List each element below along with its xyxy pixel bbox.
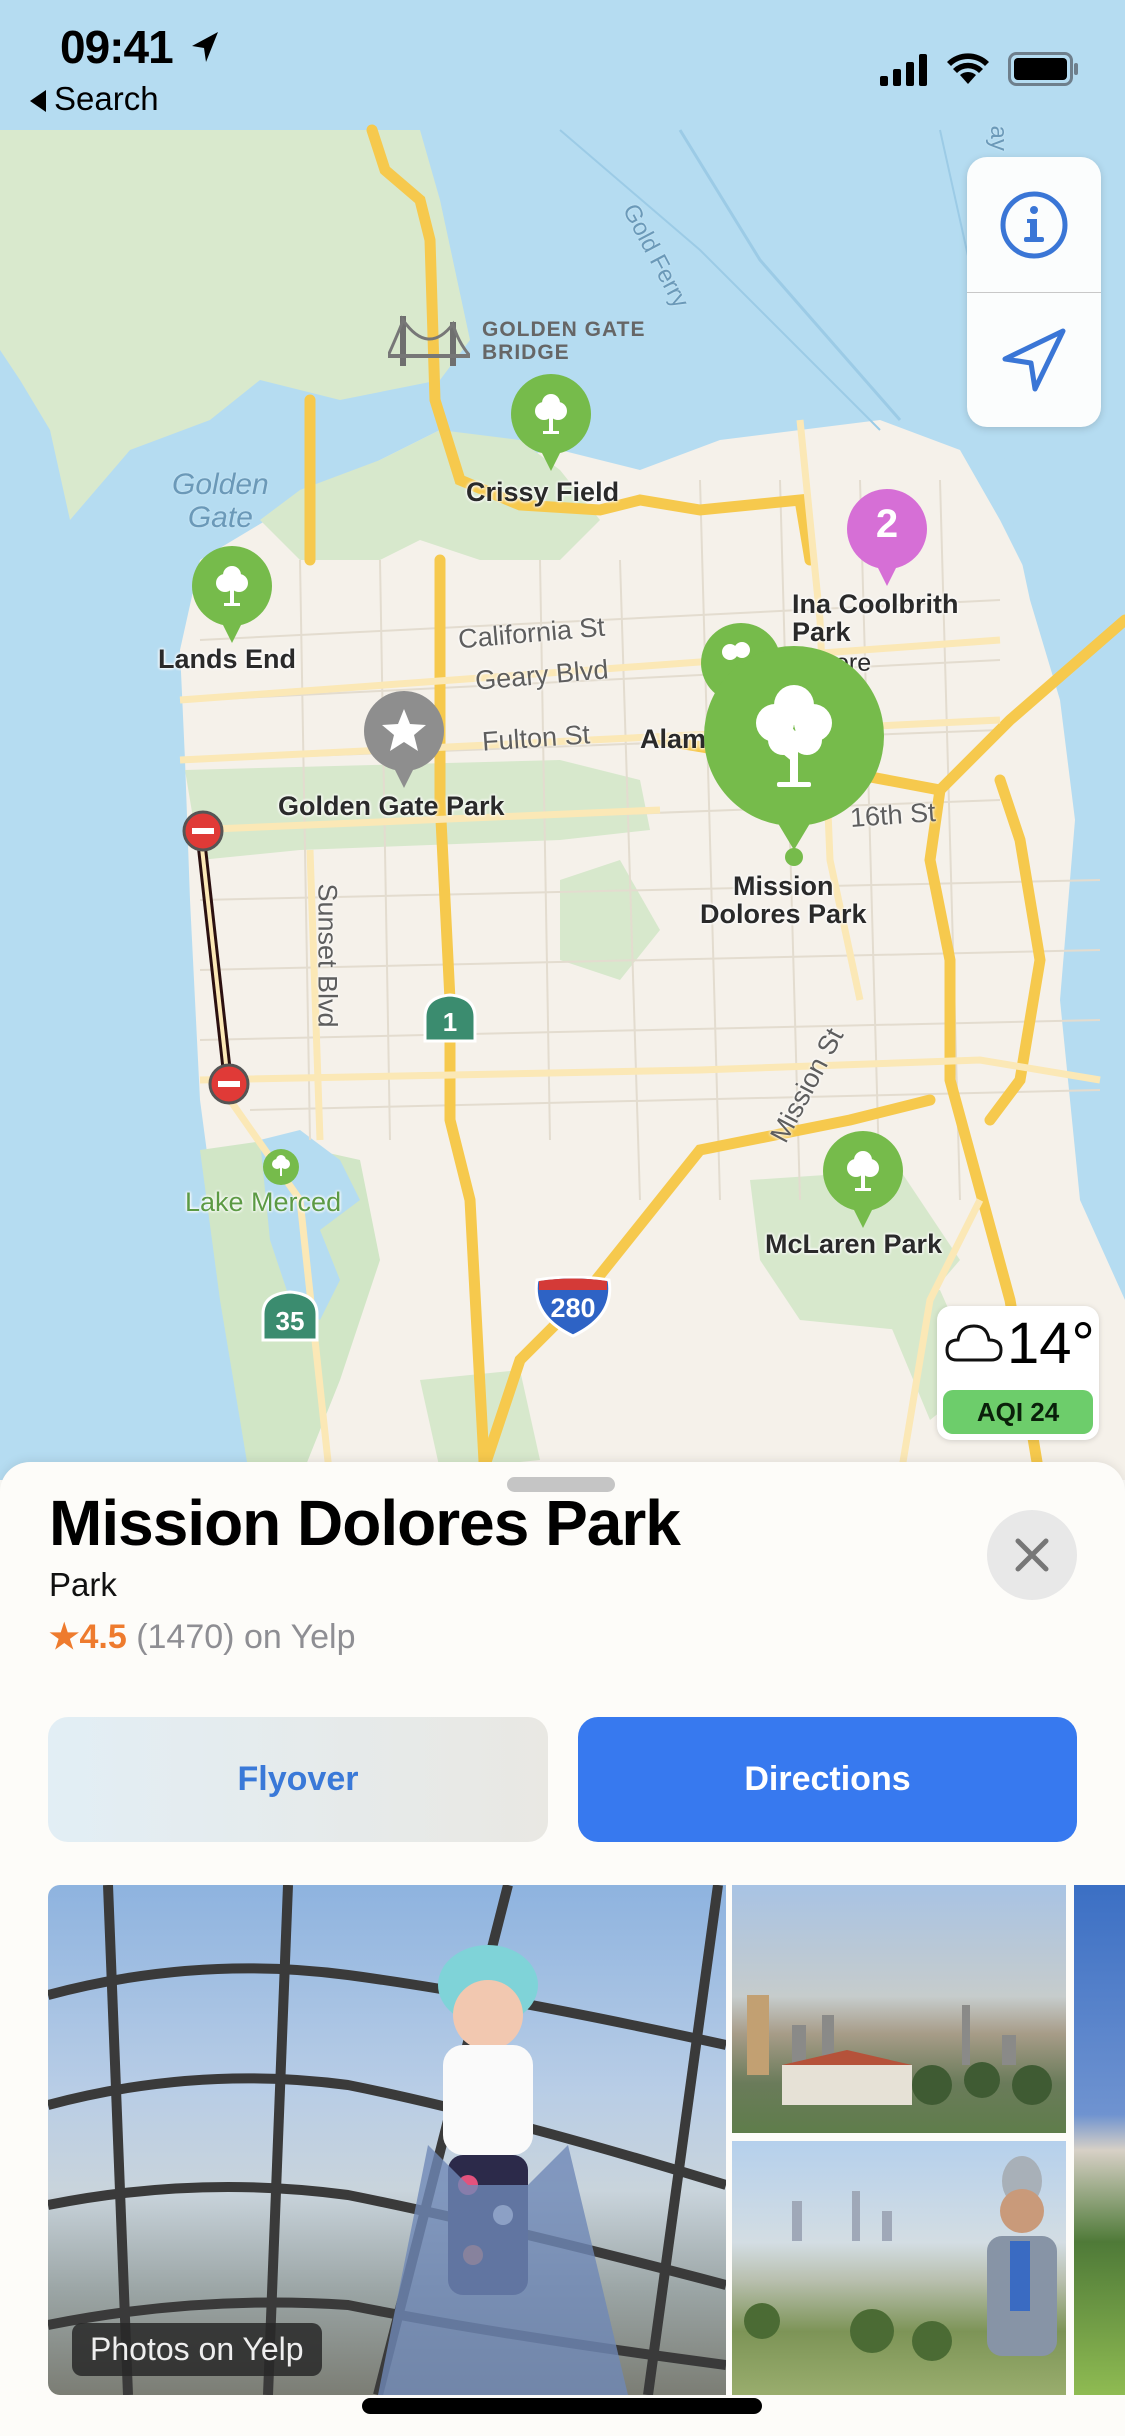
highway-shield-1: 1 (421, 993, 479, 1045)
map-pin-mission-dolores-park-selected[interactable] (703, 645, 885, 870)
status-bar: 09:41 Search (0, 0, 1125, 130)
wifi-icon (945, 50, 991, 91)
weather-widget[interactable]: 14° AQI 24 (937, 1306, 1099, 1440)
street-label-sunset: Sunset Blvd (312, 883, 343, 1028)
place-label-ina-coolbrith[interactable]: Ina Coolbrith Park (792, 590, 958, 647)
highway-shield-35: 35 (259, 1290, 321, 1344)
golden-gate-bridge-label[interactable]: GOLDEN GATE BRIDGE (482, 318, 645, 364)
place-label-lake-merced[interactable]: Lake Merced (185, 1188, 341, 1217)
photo-park-person[interactable] (732, 2141, 1066, 2395)
map-pin-lake-merced[interactable] (262, 1148, 300, 1191)
location-arrow-icon (190, 30, 220, 69)
map-pin-mclaren-park[interactable] (822, 1130, 904, 1235)
place-category: Park (49, 1566, 117, 1603)
aqi-badge: AQI 24 (943, 1390, 1093, 1434)
road-closed-icon (208, 1063, 250, 1110)
back-label: Search (54, 80, 159, 117)
map-pin-lands-end[interactable] (191, 545, 273, 650)
photo-content (747, 1995, 1052, 2105)
photo-playground[interactable]: Photos on Yelp (48, 1885, 726, 2395)
cellular-signal-icon (880, 54, 932, 91)
place-label-lands-end[interactable]: Lands End (158, 645, 296, 674)
battery-icon (1008, 52, 1080, 91)
location-arrow-icon (1002, 328, 1066, 392)
photo-partial[interactable] (1074, 1885, 1125, 2395)
photo-gallery[interactable]: Photos on Yelp (48, 1885, 1125, 2395)
close-button[interactable] (987, 1510, 1077, 1600)
map-view[interactable]: 09:41 Search Golden Gate Gold Ferry ay GO… (0, 0, 1125, 1480)
interstate-shield-280: 280 (533, 1275, 613, 1338)
photo-content (48, 1885, 726, 2395)
photos-on-yelp-badge[interactable]: Photos on Yelp (72, 2323, 322, 2376)
directions-button[interactable]: Directions (578, 1717, 1077, 1842)
place-label-crissy-field[interactable]: Crissy Field (466, 478, 619, 507)
photo-content (744, 2156, 1057, 2361)
photo-city-skyline[interactable] (732, 1885, 1066, 2133)
home-indicator[interactable] (362, 2398, 762, 2414)
star-icon: ★ (49, 1618, 80, 1656)
bay-label: ay (984, 125, 1012, 151)
status-time: 09:41 (60, 21, 174, 73)
map-pin-golden-gate-park[interactable] (363, 690, 445, 795)
place-label-golden-gate-park[interactable]: Golden Gate Park (278, 792, 505, 821)
flyover-button[interactable]: Flyover (48, 1717, 548, 1842)
map-pin-cluster[interactable]: 2 (846, 488, 928, 593)
rating-score: 4.5 (79, 1618, 127, 1656)
info-icon (1000, 191, 1068, 258)
street-label-16th: 16th St (849, 797, 937, 833)
temperature: 14° (1007, 1311, 1095, 1376)
review-count: (1470) (136, 1618, 235, 1656)
rating-source: on Yelp (243, 1618, 356, 1656)
road-closed-icon (182, 810, 224, 857)
place-label-mclaren-park[interactable]: McLaren Park (765, 1230, 942, 1259)
rating-row[interactable]: ★4.5 (1470) on Yelp (49, 1617, 356, 1657)
partial-label-alamo: Alam (640, 724, 707, 754)
current-location-button[interactable] (967, 293, 1101, 427)
close-icon (1015, 1538, 1049, 1572)
back-to-search[interactable]: Search (30, 80, 159, 118)
mission-dolores-park-dot (785, 848, 803, 866)
place-card: Mission Dolores Park Park ★4.5 (1470) on… (0, 1462, 1125, 2436)
place-label-mission-dolores-park[interactable]: Mission Dolores Park (700, 872, 867, 929)
cloud-icon (945, 1320, 1003, 1369)
map-controls (967, 157, 1101, 427)
cluster-count: 2 (875, 502, 899, 546)
back-triangle-icon (30, 90, 46, 113)
map-pin-crissy-field[interactable] (510, 373, 592, 478)
place-title: Mission Dolores Park (49, 1487, 681, 1559)
bridge-icon (386, 312, 472, 375)
info-button[interactable] (967, 157, 1101, 292)
water-label-golden-gate: Golden Gate (172, 468, 269, 534)
